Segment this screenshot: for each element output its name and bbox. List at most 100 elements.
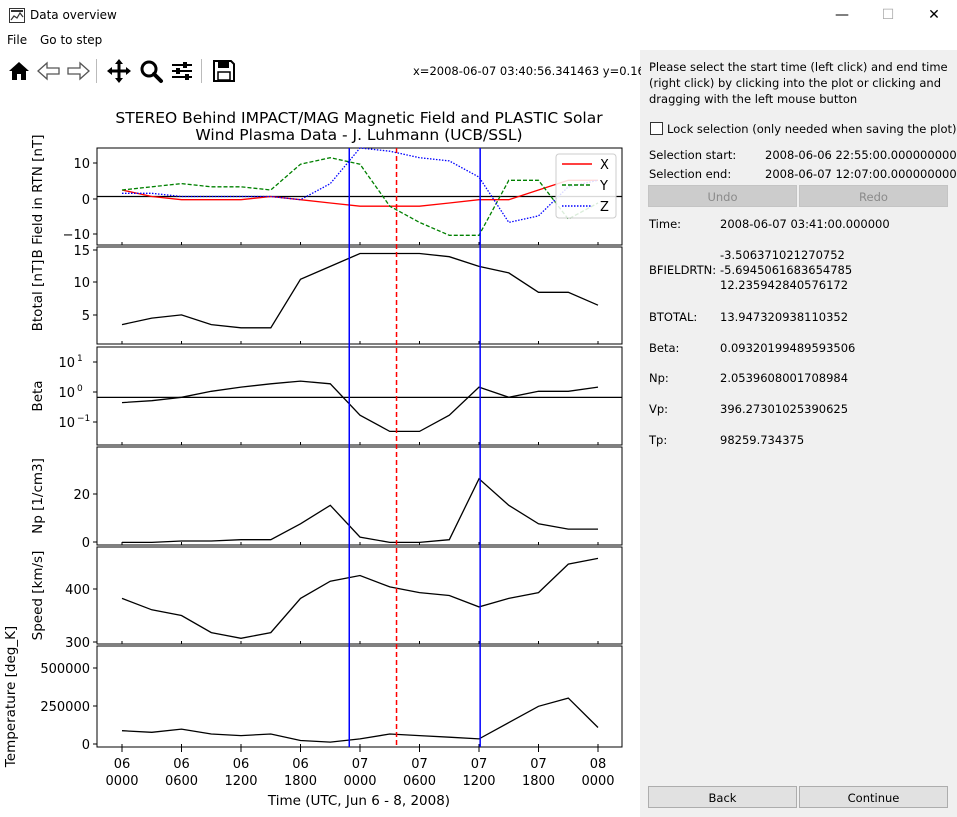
field-value: 2.0539608001708984 [720,371,849,385]
series-line [121,557,599,639]
y-tick-base: 10 [58,416,75,431]
close-button[interactable]: ✕ [911,0,957,30]
x-tick-hour: 0000 [343,774,376,789]
field-value: 0.09320199489593506 [720,341,856,355]
x-tick-day: 07 [352,757,369,772]
panel-frame [96,346,623,446]
legend-label: Z [600,200,609,215]
x-tick-hour: 0600 [403,774,436,789]
zoom-magnifier-icon[interactable] [137,57,165,85]
undo-button[interactable]: Undo [648,185,797,207]
x-tick-hour: 0000 [581,774,614,789]
legend-label: Y [599,179,608,194]
y-tick-label: 20 [73,488,90,503]
field-label: Np: [649,371,669,385]
x-tick-day: 06 [292,757,309,772]
y-tick-label: 10 [73,157,90,172]
pan-move-icon[interactable] [105,57,133,85]
y-tick-exponent: −1 [77,414,90,424]
lock-selection-label: Lock selection (only needed when saving … [667,122,957,136]
y-tick-label: 0 [82,738,90,753]
selection-start-value: 2008-06-06 22:55:00.000000000 [765,148,957,162]
x-tick-day: 06 [114,757,131,772]
y-axis-label: Btotal [nT] [30,260,46,332]
y-tick-exponent: 0 [77,384,83,394]
field-value: 98259.734375 [720,433,805,447]
maximize-button[interactable]: ☐ [865,0,911,30]
back-arrow-icon[interactable] [35,57,63,85]
title-bar: Data overview — ☐ ✕ [0,0,957,30]
home-icon[interactable] [5,57,33,85]
x-tick-day: 07 [471,757,488,772]
y-tick-label: 500000 [40,662,90,677]
selection-end-value: 2008-06-07 12:07:00.000000000 [765,167,957,181]
x-tick-hour: 0600 [165,774,198,789]
x-tick-day: 06 [233,757,250,772]
panel-frame [96,645,623,748]
toolbar-separator [201,59,202,83]
menu-go-to-step[interactable]: Go to step [40,33,102,47]
field-label: Vp: [649,402,669,416]
field-label: Tp: [649,433,668,447]
x-tick-hour: 0000 [105,774,138,789]
y-tick-base: 10 [58,356,75,371]
y-tick-base: 10 [58,386,75,401]
y-tick-label: 10 0 [58,384,83,401]
field-value: -3.506371021270752 [720,248,845,262]
x-tick-day: 07 [530,757,547,772]
x-tick-hour: 1800 [522,774,555,789]
menu-file[interactable]: File [7,33,27,47]
cursor-coordinates: x=2008-06-07 03:40:56.341463 y=0.16452 [413,64,667,78]
field-value: -5.6945061683654785 [720,263,853,277]
window-title: Data overview [30,8,117,22]
y-axis-label: Np [1/cm3] [30,458,46,534]
y-tick-label: 10 −1 [58,414,90,431]
lock-selection-checkbox[interactable] [650,122,663,135]
plot-title-line1: STEREO Behind IMPACT/MAG Magnetic Field … [115,109,603,127]
x-tick-day: 06 [173,757,190,772]
y-tick-label: 0 [82,536,90,551]
legend: XYZ [555,153,617,219]
minimize-button[interactable]: — [819,0,865,30]
y-tick-label: 10 1 [58,354,82,371]
series-line [121,380,599,433]
y-tick-exponent: 1 [77,354,83,364]
x-tick-hour: 1800 [284,774,317,789]
series-line [122,477,598,544]
legend-label: X [600,158,609,173]
instructions-text: Please select the start time (left click… [649,60,948,106]
plot-title-line2: Wind Plasma Data - J. Luhmann (UCB/SSL) [195,126,522,144]
selection-end-label: Selection end: [649,167,732,181]
y-tick-label: 400 [65,583,90,598]
panel-frame [96,246,623,345]
configure-subplots-icon[interactable] [168,57,196,85]
series-z-line [122,147,599,224]
y-tick-label: 15 [73,244,90,259]
field-value: 2008-06-07 03:41:00.000000 [720,217,890,231]
forward-arrow-icon[interactable] [64,57,92,85]
data-overview-plot[interactable]: STEREO Behind IMPACT/MAG Magnetic Field … [0,90,640,817]
field-label: BFIELDRTN: [649,263,717,277]
y-axis-label: Speed [km/s] [30,551,46,641]
x-tick-day: 08 [590,757,607,772]
series-line [121,252,599,329]
save-disk-icon[interactable] [210,57,238,85]
y-tick-label: 250000 [40,700,90,715]
y-tick-label: 5 [82,309,90,324]
y-tick-label: 300 [65,636,90,651]
y-tick-label: −10 [63,228,90,243]
y-tick-label: 10 [73,276,90,291]
x-tick-hour: 1200 [462,774,495,789]
selection-start-label: Selection start: [649,148,737,162]
y-axis-label: Beta [30,380,46,411]
x-tick-day: 07 [411,757,428,772]
continue-button[interactable]: Continue [799,786,948,808]
y-axis-label: B Field in RTN [nT] [30,135,46,259]
y-axis-label: Temperature [deg_K] [3,626,19,768]
toolbar-separator [96,59,97,83]
redo-button[interactable]: Redo [799,185,948,207]
x-axis-label: Time (UTC, Jun 6 - 8, 2008) [267,793,450,809]
field-value: 396.27301025390625 [720,402,849,416]
back-button[interactable]: Back [648,786,797,808]
app-icon [9,8,25,23]
